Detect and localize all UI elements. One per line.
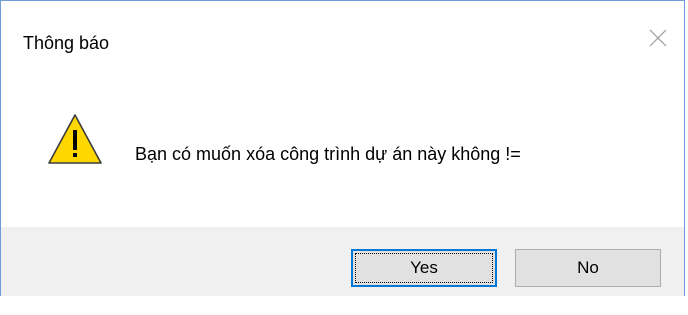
close-button[interactable] xyxy=(632,15,684,61)
yes-button-label: Yes xyxy=(410,258,438,277)
message-dialog: Thông báo Bạn có muốn xóa công trình dự … xyxy=(0,0,685,297)
no-button-label: No xyxy=(577,258,599,277)
dialog-message: Bạn có muốn xóa công trình dự án này khô… xyxy=(135,144,521,164)
yes-button[interactable]: Yes xyxy=(351,249,497,287)
dialog-content: Bạn có muốn xóa công trình dự án này khô… xyxy=(1,77,684,227)
no-button[interactable]: No xyxy=(515,249,661,287)
warning-icon xyxy=(48,114,102,164)
dialog-title: Thông báo xyxy=(23,33,110,53)
background-strip xyxy=(0,296,688,315)
dialog-titlebar: Thông báo xyxy=(1,1,684,77)
close-icon xyxy=(649,29,667,47)
dialog-footer: Yes No xyxy=(1,227,684,297)
